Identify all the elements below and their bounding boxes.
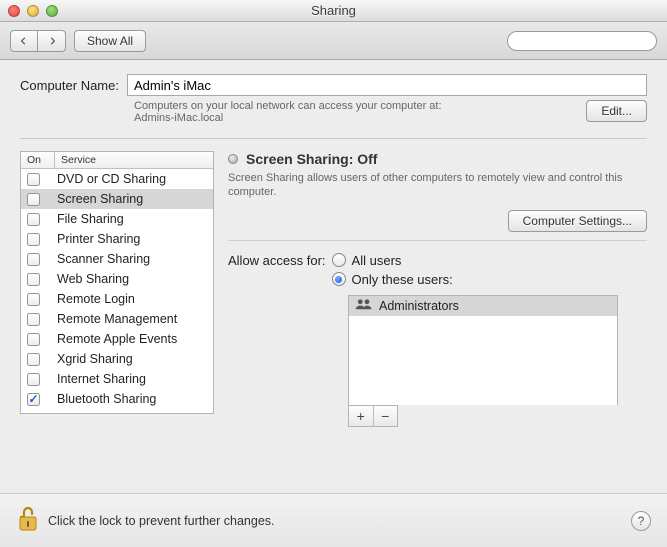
list-item[interactable]: Administrators (349, 296, 617, 316)
service-name: Scanner Sharing (55, 252, 213, 266)
service-name: Remote Apple Events (55, 332, 213, 346)
service-checkbox[interactable] (27, 393, 40, 406)
radio-only-these-users[interactable] (332, 272, 346, 286)
service-name: File Sharing (55, 212, 213, 226)
radio-only-these-users-label: Only these users: (352, 272, 453, 287)
divider (228, 240, 647, 241)
service-row[interactable]: Remote Management (21, 309, 213, 329)
service-row[interactable]: Scanner Sharing (21, 249, 213, 269)
lock-icon[interactable] (16, 504, 40, 537)
service-name: Web Sharing (55, 272, 213, 286)
service-description: Screen Sharing allows users of other com… (228, 171, 647, 200)
close-window-button[interactable] (8, 5, 20, 17)
service-row[interactable]: Web Sharing (21, 269, 213, 289)
user-name: Administrators (379, 299, 459, 313)
service-name: Printer Sharing (55, 232, 213, 246)
service-checkbox[interactable] (27, 193, 40, 206)
service-name: Internet Sharing (55, 372, 213, 386)
search-input[interactable] (507, 31, 657, 51)
service-row[interactable]: Bluetooth Sharing (21, 389, 213, 409)
service-name: Xgrid Sharing (55, 352, 213, 366)
service-name: Screen Sharing (55, 192, 213, 206)
service-checkbox[interactable] (27, 313, 40, 326)
chevron-right-icon (48, 37, 56, 45)
service-row[interactable]: Remote Apple Events (21, 329, 213, 349)
help-button[interactable]: ? (631, 511, 651, 531)
service-name: DVD or CD Sharing (55, 172, 213, 186)
service-checkbox[interactable] (27, 293, 40, 306)
service-list: On Service DVD or CD Sharing Screen Shari… (20, 151, 214, 414)
service-name: Bluetooth Sharing (55, 392, 213, 406)
service-checkbox[interactable] (27, 173, 40, 186)
window-title: Sharing (0, 3, 667, 18)
service-name: Remote Login (55, 292, 213, 306)
service-checkbox[interactable] (27, 233, 40, 246)
service-checkbox[interactable] (27, 333, 40, 346)
lock-text: Click the lock to prevent further change… (48, 514, 275, 528)
radio-all-users[interactable] (332, 253, 346, 267)
column-header-service[interactable]: Service (55, 152, 213, 168)
toolbar: Show All (0, 22, 667, 60)
service-row[interactable]: Xgrid Sharing (21, 349, 213, 369)
service-status-title: Screen Sharing: Off (246, 151, 377, 167)
user-list[interactable]: Administrators (348, 295, 618, 405)
minimize-window-button[interactable] (27, 5, 39, 17)
remove-user-button[interactable]: − (374, 406, 398, 426)
back-button[interactable] (10, 30, 38, 52)
service-checkbox[interactable] (27, 353, 40, 366)
footer: Click the lock to prevent further change… (0, 493, 667, 547)
service-row[interactable]: Screen Sharing (21, 189, 213, 209)
computer-name-label: Computer Name: (20, 78, 119, 93)
access-label: Allow access for: (228, 253, 326, 268)
column-header-on[interactable]: On (21, 152, 55, 168)
service-row[interactable]: Remote Login (21, 289, 213, 309)
status-indicator-icon (228, 154, 238, 164)
service-checkbox[interactable] (27, 273, 40, 286)
service-checkbox[interactable] (27, 373, 40, 386)
computer-name-subtext: Computers on your local network can acce… (134, 100, 576, 124)
computer-settings-button[interactable]: Computer Settings... (508, 210, 647, 232)
group-icon (355, 298, 373, 313)
chevron-left-icon (20, 37, 28, 45)
title-bar: Sharing (0, 0, 667, 22)
service-checkbox[interactable] (27, 213, 40, 226)
service-row[interactable]: File Sharing (21, 209, 213, 229)
forward-button[interactable] (38, 30, 66, 52)
service-row[interactable]: DVD or CD Sharing (21, 169, 213, 189)
service-name: Remote Management (55, 312, 213, 326)
service-row[interactable]: Internet Sharing (21, 369, 213, 389)
computer-name-field[interactable] (127, 74, 647, 96)
zoom-window-button[interactable] (46, 5, 58, 17)
service-checkbox[interactable] (27, 253, 40, 266)
add-user-button[interactable]: + (349, 406, 374, 426)
edit-hostname-button[interactable]: Edit... (586, 100, 647, 122)
divider (20, 138, 647, 139)
radio-all-users-label: All users (352, 253, 402, 268)
show-all-button[interactable]: Show All (74, 30, 146, 52)
service-row[interactable]: Printer Sharing (21, 229, 213, 249)
